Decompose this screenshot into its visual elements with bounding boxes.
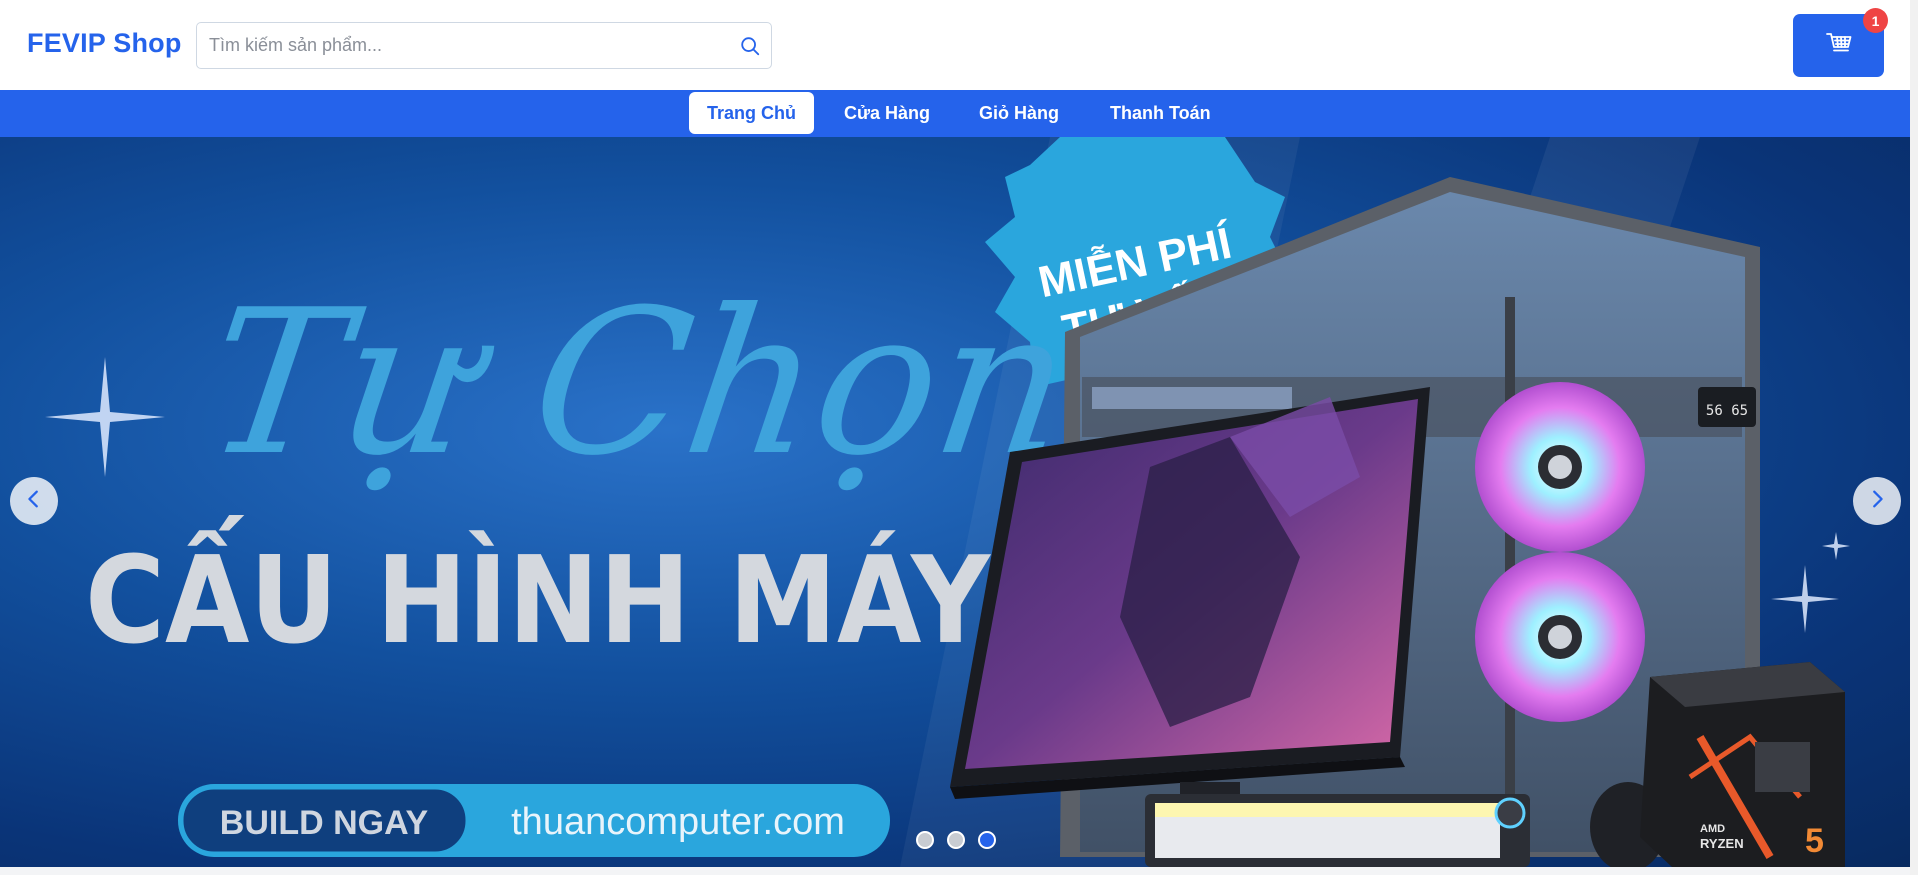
cta-label: BUILD NGAY — [220, 804, 429, 842]
svg-text:RYZEN: RYZEN — [1700, 836, 1744, 851]
carousel-prev-button[interactable] — [10, 477, 58, 525]
site-logo[interactable]: FEVIP Shop — [27, 28, 182, 59]
chevron-right-icon — [1866, 488, 1888, 515]
cpu-box-illustration: AMD RYZEN 5 — [1640, 662, 1845, 867]
hero-banner-image: MIỄN PHÍ TƯ VẤN Tự Chọn CẤU HÌNH MÁY BUI… — [45, 137, 1850, 867]
search-icon[interactable] — [737, 33, 763, 59]
main-nav: Trang Chủ Cửa Hàng Giỏ Hàng Thanh Toán — [0, 90, 1910, 137]
carousel-dot-2[interactable] — [947, 831, 965, 849]
banner-script-title: Tự Chọn — [194, 267, 1084, 500]
site-header: FEVIP Shop 1 — [0, 0, 1910, 90]
carousel-dot-3[interactable] — [978, 831, 996, 849]
rgb-fan-top — [1475, 382, 1645, 552]
nav-item-checkout[interactable]: Thanh Toán — [1110, 92, 1211, 134]
search-input[interactable] — [209, 23, 709, 68]
nav-item-home[interactable]: Trang Chủ — [689, 92, 814, 134]
gaming-monitor-illustration — [950, 387, 1430, 827]
cart-icon — [1825, 32, 1852, 59]
cart-count-badge: 1 — [1863, 8, 1888, 33]
chevron-left-icon — [23, 488, 45, 515]
nav-item-shop[interactable]: Cửa Hàng — [844, 92, 930, 134]
page-section-divider — [0, 867, 1918, 875]
carousel-dot-1[interactable] — [916, 831, 934, 849]
hero-carousel: MIỄN PHÍ TƯ VẤN Tự Chọn CẤU HÌNH MÁY BUI… — [0, 137, 1910, 867]
svg-text:AMD: AMD — [1700, 823, 1725, 835]
nav-item-cart[interactable]: Giỏ Hàng — [979, 92, 1059, 134]
svg-text:5: 5 — [1805, 822, 1824, 860]
rgb-fan-bottom — [1475, 552, 1645, 722]
page-scrollbar[interactable] — [1910, 0, 1918, 875]
search-box — [196, 22, 772, 69]
svg-text:56 65: 56 65 — [1706, 403, 1748, 419]
carousel-next-button[interactable] — [1853, 477, 1901, 525]
banner-headline: CẤU HÌNH MÁY — [85, 515, 992, 671]
keyboard-illustration — [1145, 794, 1530, 867]
build-now-cta: BUILD NGAY thuancomputer.com — [178, 784, 890, 857]
cta-url: thuancomputer.com — [511, 801, 845, 843]
